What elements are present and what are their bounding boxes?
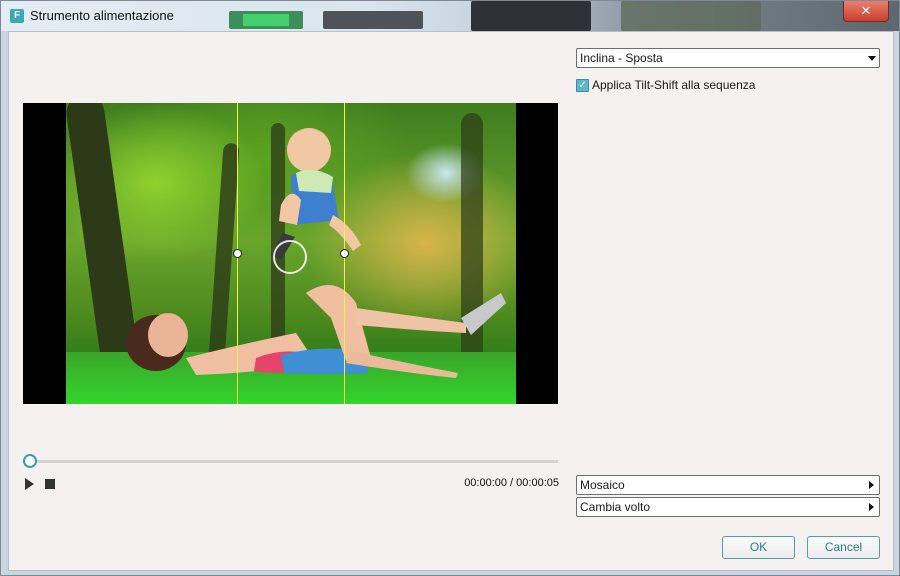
timecode: 00:00:00 / 00:00:05	[464, 477, 559, 489]
video-preview[interactable]	[23, 103, 558, 404]
dialog-body: 00:00:00 / 00:00:05 Inclina - Sposta ✓ A…	[8, 31, 894, 571]
ok-button[interactable]: OK	[722, 536, 795, 559]
chevron-down-icon	[868, 56, 876, 61]
effect-select[interactable]: Inclina - Sposta	[576, 48, 880, 68]
chevron-right-icon	[869, 481, 874, 489]
app-icon: F	[10, 9, 24, 23]
mosaic-label: Mosaico	[580, 478, 625, 492]
background-window-fragment	[229, 11, 303, 29]
title-bar[interactable]: F Strumento alimentazione ✕	[1, 1, 899, 31]
left-guide-handle[interactable]	[233, 249, 242, 258]
window-title: Strumento alimentazione	[30, 8, 174, 23]
seek-bar[interactable]	[23, 460, 558, 463]
face-swap-label: Cambia volto	[580, 500, 651, 514]
woman-figure	[126, 285, 506, 378]
close-button[interactable]: ✕	[843, 1, 889, 22]
right-guide-handle[interactable]	[340, 249, 349, 258]
chevron-right-icon	[869, 503, 874, 511]
play-icon[interactable]	[25, 478, 34, 490]
background-window-fragment	[323, 11, 423, 29]
background-window-fragment	[471, 1, 591, 31]
stop-icon[interactable]	[45, 479, 55, 489]
tilt-center-ring[interactable]	[273, 240, 307, 274]
face-swap-expander[interactable]: Cambia volto	[576, 497, 880, 517]
dialog-window: F Strumento alimentazione ✕ 00:00:00 / 0…	[0, 0, 900, 576]
background-window-fragment	[621, 1, 761, 31]
seek-thumb[interactable]	[23, 454, 37, 468]
mosaic-expander[interactable]: Mosaico	[576, 475, 880, 495]
cancel-button[interactable]: Cancel	[807, 536, 880, 559]
apply-tiltshift-checkbox[interactable]: ✓	[576, 79, 589, 92]
apply-tiltshift-label[interactable]: Applica Tilt-Shift alla sequenza	[592, 78, 755, 92]
effect-select-value: Inclina - Sposta	[580, 51, 663, 65]
